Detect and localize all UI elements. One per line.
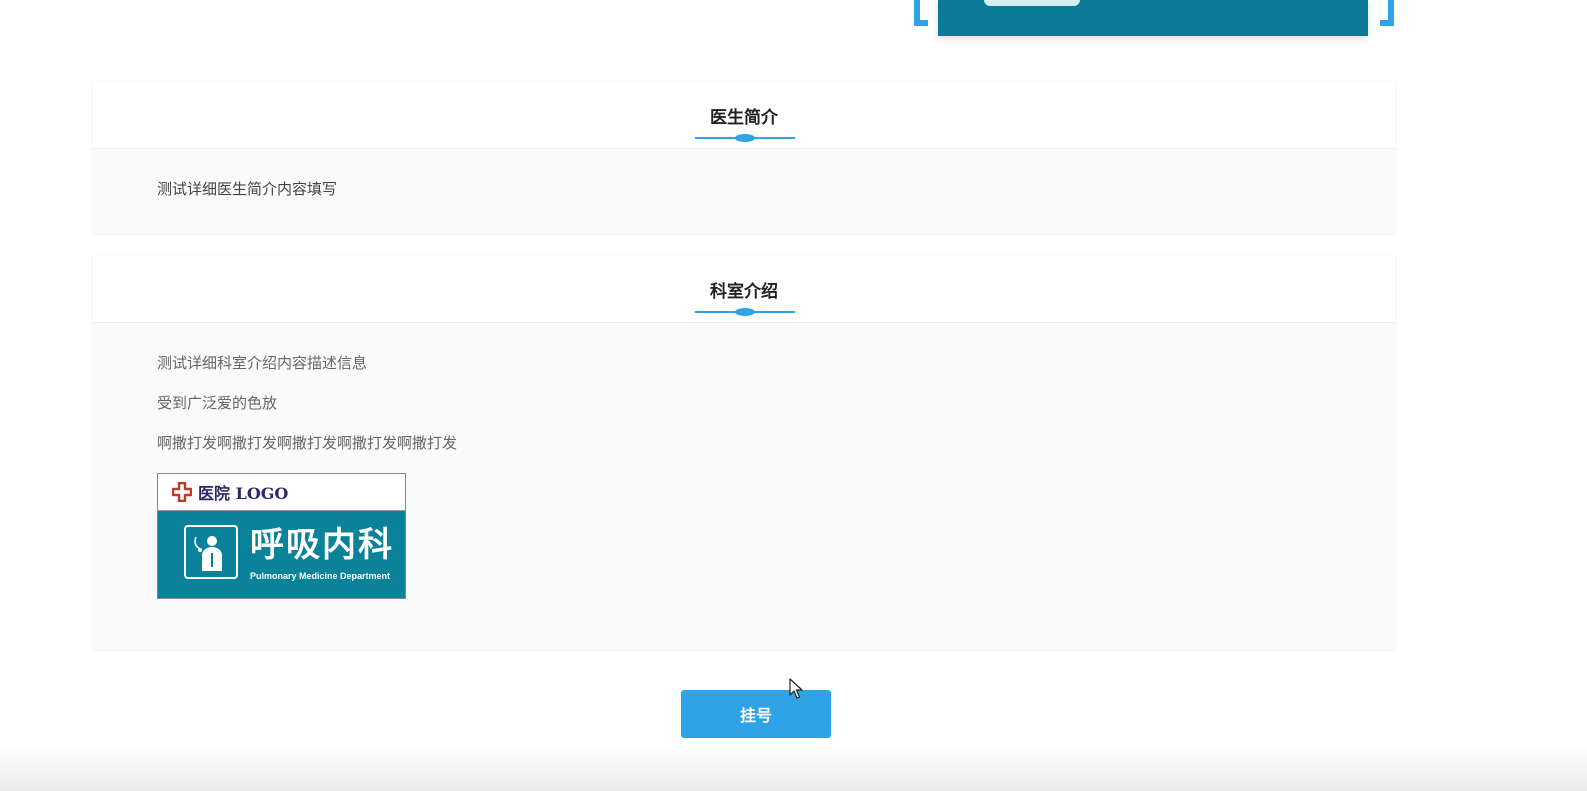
department-intro-title: 科室介绍 [710,282,778,302]
banner-bracket-left [914,0,928,26]
department-intro-card: 科室介绍 测试详细科室介绍内容描述信息 受到广泛爱的色放 啊撒打发啊撒打发啊撒打… [93,255,1395,649]
footer-strip [0,745,1587,791]
doctor-intro-body: 测试详细医生简介内容填写 [93,149,1395,199]
doctor-intro-text: 测试详细医生简介内容填写 [157,180,338,198]
department-intro-line: 啊撒打发啊撒打发啊撒打发啊撒打发啊撒打发 [157,434,458,452]
title-underline [695,308,795,316]
banner-image [938,0,1368,36]
doctor-person-icon [184,525,238,579]
title-underline [695,134,795,142]
doctor-intro-card: 医生简介 测试详细医生简介内容填写 [93,81,1395,233]
title-underline-dot [735,308,755,316]
doctor-intro-header: 医生简介 [93,81,1395,149]
sign-department-panel: 呼吸内科 Pulmonary Medicine Department [158,511,405,598]
register-button[interactable]: 挂号 [681,690,831,738]
sign-logo-bar: 医院 LOGO [158,474,405,511]
top-department-banner [914,0,1394,40]
banner-bracket-right [1380,0,1394,26]
title-underline-dot [735,134,755,142]
mouse-cursor-icon [789,678,803,699]
banner-pill [984,0,1080,6]
hospital-cross-icon [172,482,192,502]
department-intro-header: 科室介绍 [93,255,1395,323]
department-name: 呼吸内科 [250,525,394,565]
doctor-detail-page: 医生简介 测试详细医生简介内容填写 科室介绍 测试详细科室介绍内容描述信息 受到… [0,0,1587,791]
department-intro-line: 受到广泛爱的色放 [157,394,278,412]
department-intro-line: 测试详细科室介绍内容描述信息 [157,354,368,372]
department-english-name: Pulmonary Medicine Department [250,571,391,581]
department-intro-body: 测试详细科室介绍内容描述信息 受到广泛爱的色放 啊撒打发啊撒打发啊撒打发啊撒打发… [93,323,1395,599]
hospital-logo-text: 医院 LOGO [198,484,289,503]
doctor-intro-title: 医生简介 [710,108,778,128]
department-sign-image: 医院 LOGO 呼吸内科 Pulmonary Medicine Departme… [157,473,406,599]
